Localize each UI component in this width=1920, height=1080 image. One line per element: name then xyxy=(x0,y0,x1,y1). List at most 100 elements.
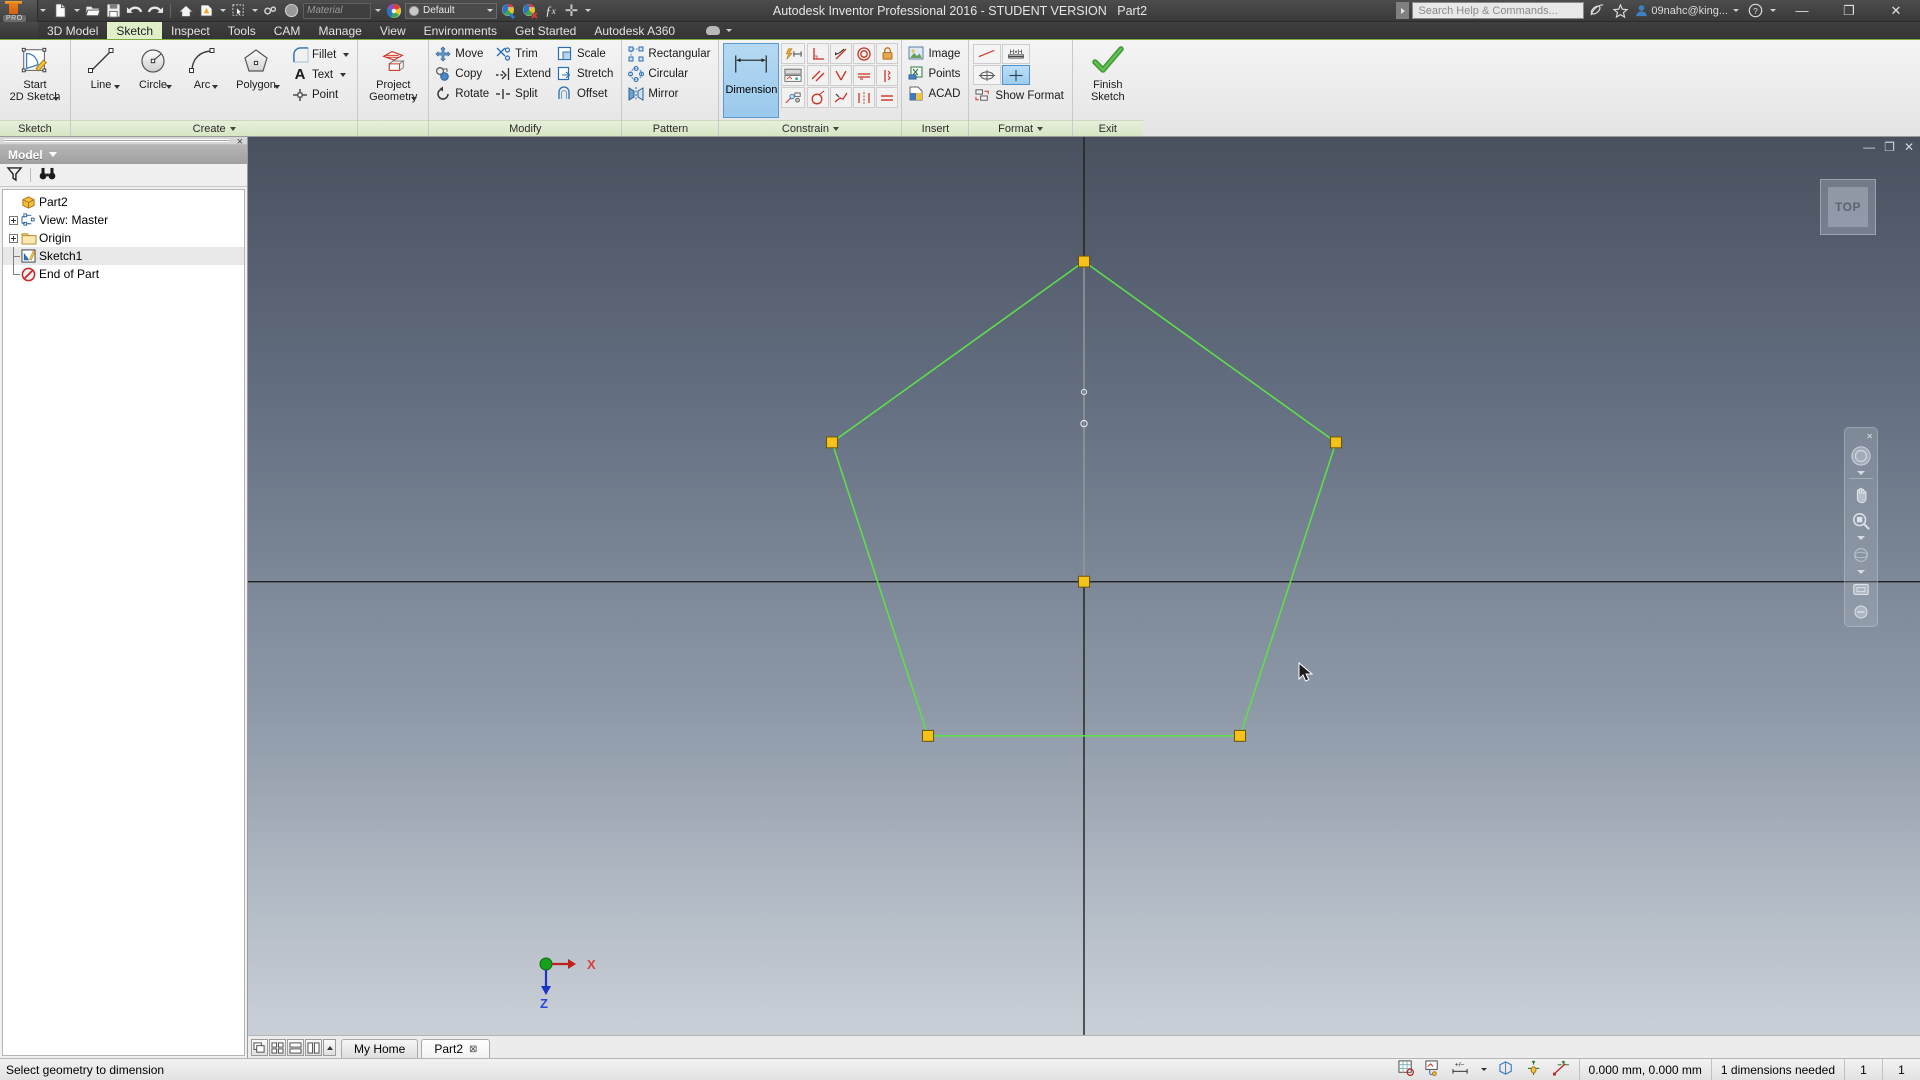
open-icon[interactable] xyxy=(83,1,102,20)
mirror-button[interactable]: Mirror xyxy=(626,84,714,103)
qat-customize-caret-icon[interactable] xyxy=(38,1,47,20)
tab-get-started[interactable]: Get Started xyxy=(506,22,585,39)
full-navigation-wheel-icon[interactable] xyxy=(1848,444,1874,468)
undo-icon[interactable] xyxy=(125,1,144,20)
browser-title-bar[interactable]: Model xyxy=(0,145,247,164)
constraint-display-icon[interactable] xyxy=(1424,1060,1441,1079)
new-dropdown-caret-icon[interactable] xyxy=(72,1,81,20)
tree-node-origin[interactable]: Origin xyxy=(3,229,244,247)
home-icon[interactable] xyxy=(176,1,195,20)
construction-line-icon[interactable] xyxy=(973,44,1002,64)
finish-sketch-button[interactable]: Finish Sketch xyxy=(1077,43,1139,103)
search-dropdown-icon[interactable] xyxy=(1396,2,1410,19)
horizontal-constraint-icon[interactable] xyxy=(853,65,876,86)
points-button[interactable]: Points xyxy=(906,64,964,83)
redo-icon[interactable] xyxy=(146,1,165,20)
line-button[interactable]: Line xyxy=(75,43,127,91)
image-button[interactable]: Image xyxy=(906,44,964,63)
tree-node-end-of-part[interactable]: End of Part xyxy=(3,265,244,283)
select-dropdown-caret-icon[interactable] xyxy=(250,1,259,20)
appearance-caret-icon[interactable] xyxy=(487,9,493,12)
offset-button[interactable]: Offset xyxy=(555,84,617,103)
orbit-icon[interactable] xyxy=(1848,543,1874,567)
return-icon[interactable] xyxy=(261,1,280,20)
new-icon[interactable] xyxy=(51,1,70,20)
tab-manage[interactable]: Manage xyxy=(309,22,370,39)
circle-caret-icon[interactable] xyxy=(166,85,172,89)
minimize-button[interactable]: — xyxy=(1780,0,1824,21)
coincident-constraint-icon[interactable] xyxy=(807,65,830,86)
help-icon[interactable]: ? xyxy=(1745,1,1765,20)
pan-icon[interactable] xyxy=(1848,482,1874,506)
update-icon[interactable] xyxy=(197,1,216,20)
tab-sketch[interactable]: Sketch xyxy=(107,22,163,39)
perpendicular-constraint-icon[interactable] xyxy=(807,43,830,64)
orbit-caret-icon[interactable] xyxy=(1857,570,1865,574)
find-binoculars-icon[interactable] xyxy=(39,167,56,184)
dimension-display-icon[interactable] xyxy=(781,65,806,86)
a360-cloud-status[interactable] xyxy=(684,22,733,39)
qat-overflow-caret-icon[interactable] xyxy=(583,1,592,20)
navbar-options-icon[interactable] xyxy=(1848,604,1874,620)
arc-button[interactable]: Arc xyxy=(179,43,225,91)
material-sphere-icon[interactable] xyxy=(282,1,301,20)
driven-dimension-icon[interactable]: H×H xyxy=(1002,44,1031,64)
copy-button[interactable]: Copy xyxy=(433,64,493,83)
tree-node-part2[interactable]: Part2 xyxy=(3,193,244,211)
fix-constraint-icon[interactable] xyxy=(876,43,899,64)
tab-environments[interactable]: Environments xyxy=(415,22,506,39)
adjust-appearance-icon[interactable] xyxy=(499,1,518,20)
trim-button[interactable]: Trim xyxy=(493,44,555,63)
auto-dimension-icon[interactable] xyxy=(781,43,806,64)
circle-button[interactable]: Circle xyxy=(127,43,179,91)
polygon-caret-icon[interactable] xyxy=(274,85,280,89)
extend-button[interactable]: Extend xyxy=(493,64,555,83)
parallel-constraint-icon[interactable] xyxy=(830,43,853,64)
doc-tab-my-home[interactable]: My Home xyxy=(341,1039,419,1058)
move-button[interactable]: Move xyxy=(433,44,493,63)
dynamic-highlight-icon[interactable] xyxy=(1525,1060,1543,1079)
collinear-constraint-icon[interactable] xyxy=(830,65,853,86)
show-format-button[interactable]: Show Format xyxy=(973,86,1067,105)
sketch-geometry[interactable] xyxy=(248,137,1920,1058)
look-at-icon[interactable] xyxy=(1848,577,1874,601)
move-point-icon[interactable] xyxy=(1552,1060,1571,1079)
tree-node-sketch1[interactable]: Sketch1 xyxy=(3,247,244,265)
scale-button[interactable]: Scale xyxy=(555,44,617,63)
start-2d-sketch-button[interactable]: Start 2D Sketch xyxy=(4,43,66,103)
navbar-close-icon[interactable]: ✕ xyxy=(1866,432,1873,441)
user-account-button[interactable]: 09nahc@king... xyxy=(1633,1,1742,20)
tree-expander-view-master[interactable] xyxy=(7,215,20,225)
symmetric-constraint-icon[interactable] xyxy=(853,87,876,108)
point-button[interactable]: Point xyxy=(290,85,353,104)
line-caret-icon[interactable] xyxy=(114,85,120,89)
acad-button[interactable]: ACAD xyxy=(906,84,964,103)
tile-horizontal-icon[interactable] xyxy=(287,1039,304,1056)
update-dropdown-caret-icon[interactable] xyxy=(218,1,227,20)
dimension-button[interactable]: Dimension xyxy=(723,43,780,118)
create-panel-caret-icon[interactable] xyxy=(229,126,236,131)
tab-autodesk-a360[interactable]: Autodesk A360 xyxy=(585,22,684,39)
tab-view[interactable]: View xyxy=(371,22,415,39)
dimension-display-caret-icon[interactable] xyxy=(1480,1060,1489,1079)
tile-vertical-icon[interactable] xyxy=(305,1039,322,1056)
shadow-icon[interactable] xyxy=(1498,1060,1516,1079)
tangent-constraint-icon[interactable] xyxy=(853,43,876,64)
favorites-star-icon[interactable] xyxy=(1610,1,1630,20)
polygon-button[interactable]: Polygon xyxy=(225,43,287,91)
tab-cam[interactable]: CAM xyxy=(265,22,310,39)
fillet-caret-icon[interactable] xyxy=(343,52,350,57)
centerline-icon[interactable] xyxy=(973,65,1002,85)
dimension-plus-minus-icon[interactable]: +/– xyxy=(1450,1060,1471,1079)
doc-minimize-icon[interactable]: — xyxy=(1863,140,1875,154)
tab-3d-model[interactable]: 3D Model xyxy=(38,22,107,39)
stretch-button[interactable]: Stretch xyxy=(555,64,617,83)
clear-appearance-icon[interactable] xyxy=(520,1,539,20)
concentric-constraint-icon[interactable] xyxy=(807,87,830,108)
select-icon[interactable] xyxy=(229,1,248,20)
center-point-icon[interactable] xyxy=(1002,65,1031,85)
application-menu-button[interactable]: PRO xyxy=(0,0,38,22)
save-icon[interactable] xyxy=(104,1,123,20)
grid-snap-icon[interactable] xyxy=(1398,1060,1415,1079)
help-caret-icon[interactable] xyxy=(1768,1,1777,20)
